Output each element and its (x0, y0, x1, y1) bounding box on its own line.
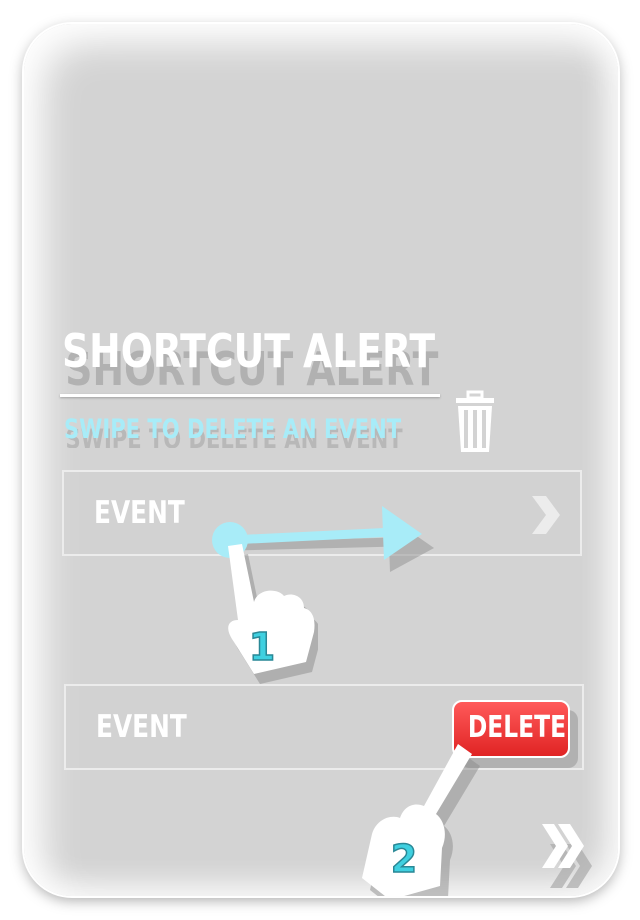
tutorial-title: SHORTCUT ALERT (62, 324, 436, 378)
pointing-hand-icon: 2 (362, 744, 480, 896)
trash-icon (456, 390, 494, 452)
double-chevron-right-icon[interactable] (540, 822, 596, 890)
tutorial-subtitle: SWIPE TO DELETE AN EVENT (64, 414, 402, 445)
tutorial-card: SHORTCUT ALERT SWIPE TO DELETE AN EVENT … (24, 24, 618, 896)
pointing-hand-icon: 1 (228, 544, 318, 684)
step-number-2: 2 (391, 837, 417, 881)
title-underline (60, 394, 440, 397)
event-row-label: EVENT (94, 495, 185, 531)
chevron-right-icon (532, 496, 560, 534)
step-number-1: 1 (249, 625, 275, 669)
event-row-label: EVENT (96, 709, 187, 745)
